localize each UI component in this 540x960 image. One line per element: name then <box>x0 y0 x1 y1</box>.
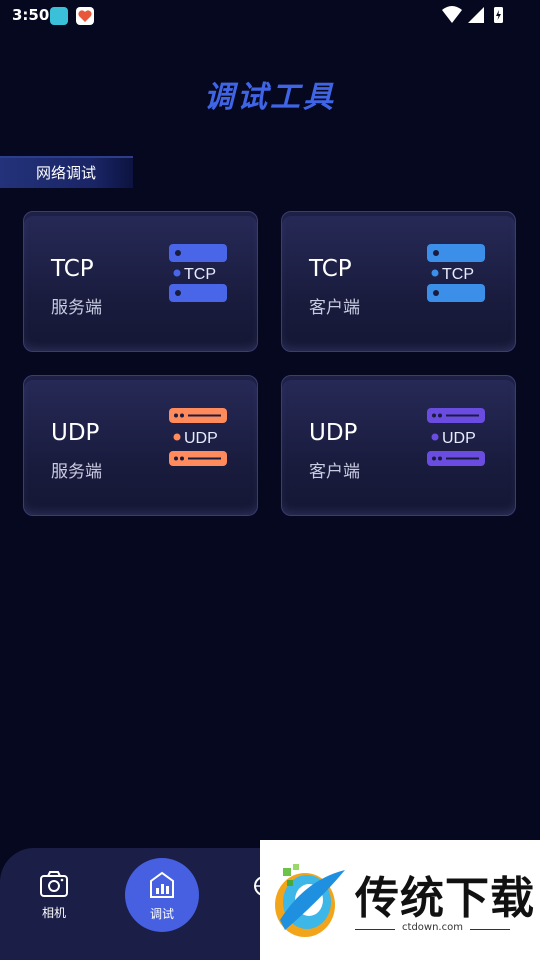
screen: 3:50 调试工具 网络调试 TCP 服务端 TCP TCP 客户端 TCP U… <box>0 0 540 960</box>
nav-label-camera: 相机 <box>41 906 66 920</box>
status-icons <box>442 6 503 23</box>
card-subtitle: 客户端 <box>309 462 360 482</box>
udp-server-icon: UDP <box>169 408 227 466</box>
card-udp-client[interactable]: UDP 客户端 UDP <box>281 375 516 516</box>
notification-app-icon <box>50 7 68 25</box>
section-label-network-debug: 网络调试 <box>0 156 133 188</box>
wifi-icon <box>442 6 462 23</box>
nav-item-camera[interactable]: 相机 <box>30 870 78 921</box>
debug-tools-icon <box>150 871 174 898</box>
card-tcp-server[interactable]: TCP 服务端 TCP <box>23 211 258 352</box>
watermark-text: 传统下载 <box>355 873 535 924</box>
card-udp-server[interactable]: UDP 服务端 UDP <box>23 375 258 516</box>
udp-client-icon: UDP <box>427 408 485 466</box>
card-title: TCP <box>309 256 352 282</box>
watermark: 传统下载 ctdown.com <box>260 840 540 960</box>
page-title: 调试工具 <box>204 80 336 115</box>
card-subtitle: 服务端 <box>51 298 102 318</box>
status-time: 3:50 <box>12 6 50 24</box>
card-tcp-client[interactable]: TCP 客户端 TCP <box>281 211 516 352</box>
card-title: UDP <box>51 420 100 446</box>
card-subtitle: 服务端 <box>51 462 102 482</box>
nav-label-debug: 调试 <box>149 907 174 921</box>
icon-text: UDP <box>184 430 218 447</box>
tcp-client-icon: TCP <box>427 244 485 302</box>
card-subtitle: 客户端 <box>309 298 360 318</box>
card-title: TCP <box>51 256 94 282</box>
icon-text: UDP <box>442 430 476 447</box>
watermark-url: ctdown.com <box>402 922 463 933</box>
camera-icon <box>40 871 68 897</box>
icon-text: TCP <box>442 266 474 283</box>
notification-heart-icon <box>76 7 94 25</box>
status-bar: 3:50 <box>0 0 540 32</box>
signal-icon <box>468 7 484 23</box>
icon-text: TCP <box>184 266 216 283</box>
watermark-logo-icon <box>275 864 345 937</box>
card-title: UDP <box>309 420 358 446</box>
nav-item-debug[interactable]: 调试 <box>125 858 199 932</box>
tcp-server-icon: TCP <box>169 244 227 302</box>
watermark-divider <box>470 929 510 930</box>
